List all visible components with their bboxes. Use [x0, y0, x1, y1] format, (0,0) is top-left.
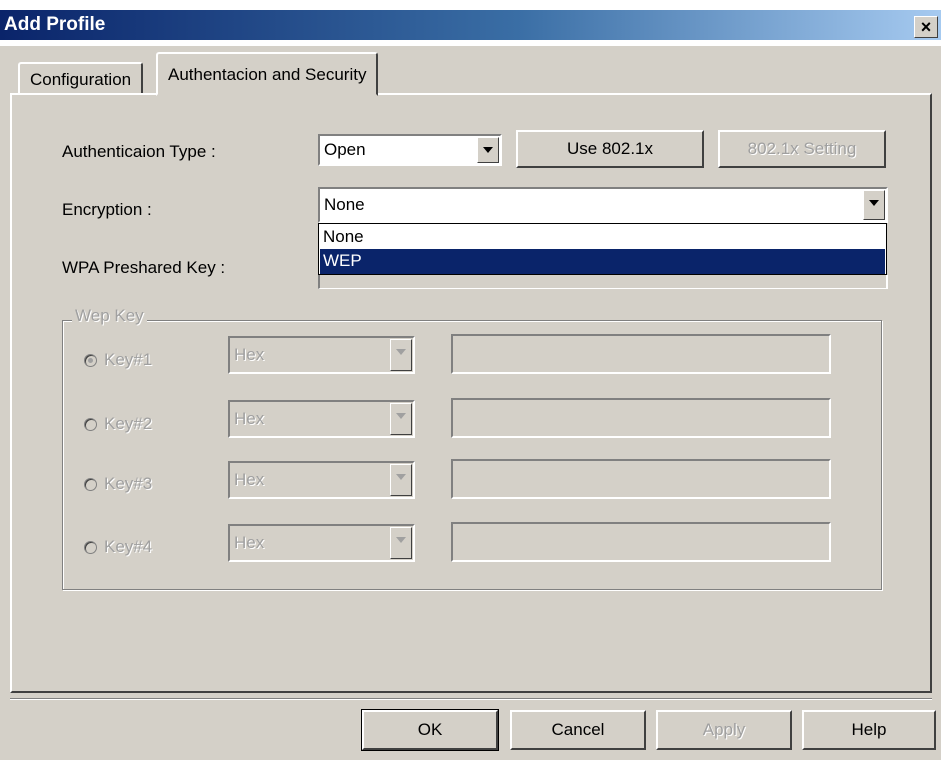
- tab-configuration[interactable]: Configuration: [18, 62, 144, 94]
- dropdown-arrow-icon[interactable]: [863, 190, 885, 220]
- window-title: Add Profile: [4, 14, 106, 35]
- cancel-button[interactable]: Cancel: [510, 710, 646, 750]
- apply-button[interactable]: Apply: [656, 710, 792, 750]
- wpa-key-label: WPA Preshared Key :: [62, 258, 226, 277]
- encryption-value: None: [324, 195, 365, 214]
- encryption-label: Encryption :: [62, 200, 152, 219]
- key4-format-select[interactable]: Hex: [228, 524, 415, 562]
- key2-format-value: Hex: [234, 409, 265, 428]
- key1-radio[interactable]: [84, 354, 97, 367]
- title-bar: [0, 0, 941, 46]
- dropdown-arrow-icon[interactable]: [390, 464, 412, 496]
- key1-format-select[interactable]: Hex: [228, 336, 415, 374]
- key1-format-value: Hex: [234, 345, 265, 364]
- dropdown-arrow-icon[interactable]: [390, 339, 412, 371]
- ok-button[interactable]: OK: [361, 709, 499, 751]
- wep-key-group-title: Wep Key: [72, 306, 147, 326]
- auth-type-select[interactable]: Open: [318, 134, 502, 166]
- key4-input[interactable]: [451, 522, 831, 562]
- key3-radio[interactable]: [84, 478, 97, 491]
- key2-format-select[interactable]: Hex: [228, 400, 415, 438]
- key4-radio[interactable]: [84, 541, 97, 554]
- tab-authentication-security[interactable]: Authentacion and Security: [156, 52, 379, 96]
- use-8021x-button[interactable]: Use 802.1x: [516, 130, 704, 168]
- key3-input[interactable]: [451, 459, 831, 499]
- key3-label: Key#3: [104, 474, 153, 493]
- close-icon[interactable]: ×: [914, 16, 938, 38]
- encryption-option-wep[interactable]: WEP: [320, 249, 885, 274]
- key4-label: Key#4: [104, 537, 153, 556]
- footer-divider: [10, 698, 932, 700]
- dropdown-arrow-icon[interactable]: [477, 137, 499, 163]
- key2-label: Key#2: [104, 414, 153, 433]
- encryption-select[interactable]: None: [318, 187, 888, 223]
- auth-type-value: Open: [324, 140, 366, 159]
- dropdown-arrow-icon[interactable]: [390, 527, 412, 559]
- key1-label: Key#1: [104, 350, 153, 369]
- dropdown-arrow-icon[interactable]: [390, 403, 412, 435]
- help-button[interactable]: Help: [802, 710, 936, 750]
- key2-input[interactable]: [451, 398, 831, 438]
- key3-format-select[interactable]: Hex: [228, 461, 415, 499]
- key3-format-value: Hex: [234, 470, 265, 489]
- key4-format-value: Hex: [234, 533, 265, 552]
- encryption-option-none[interactable]: None: [320, 225, 885, 250]
- key2-radio[interactable]: [84, 418, 97, 431]
- encryption-dropdown-list[interactable]: None WEP: [318, 223, 887, 275]
- wpa-key-input[interactable]: [318, 275, 888, 289]
- 8021x-setting-button[interactable]: 802.1x Setting: [718, 130, 886, 168]
- key1-input[interactable]: [451, 334, 831, 374]
- auth-type-label: Authenticaion Type :: [62, 142, 216, 161]
